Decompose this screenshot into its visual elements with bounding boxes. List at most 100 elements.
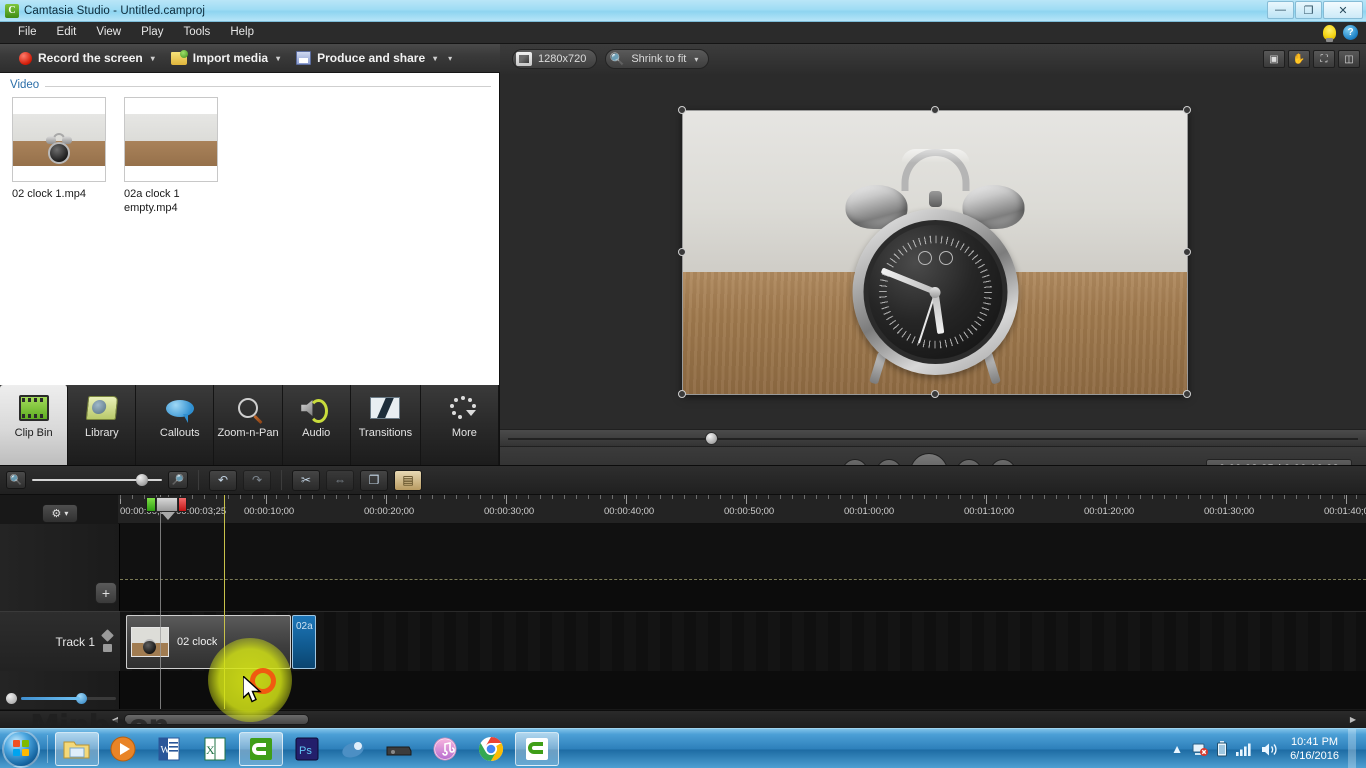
minimize-button[interactable]: — bbox=[1267, 1, 1294, 19]
record-the-screen-button[interactable]: Record the screen ▾ bbox=[12, 48, 162, 68]
volume-knob-left[interactable] bbox=[6, 693, 17, 704]
eye-icon[interactable] bbox=[101, 629, 114, 642]
crop-icon[interactable]: ▣ bbox=[1263, 50, 1285, 68]
taskbar-item-itunes[interactable] bbox=[423, 732, 467, 766]
menu-tools[interactable]: Tools bbox=[173, 24, 220, 42]
divider bbox=[47, 735, 48, 763]
taskbar-item-excel[interactable]: X bbox=[193, 732, 237, 766]
taskbar-item-camtasia-recorder[interactable] bbox=[331, 732, 375, 766]
timeline-zoom-slider[interactable] bbox=[32, 471, 162, 489]
timeline-options-button[interactable]: ⚙ ▾ bbox=[42, 504, 78, 523]
timeline-volume-control[interactable] bbox=[6, 690, 116, 706]
show-desktop-button[interactable] bbox=[1348, 729, 1356, 768]
windows-start-orb[interactable] bbox=[2, 730, 40, 768]
menu-edit[interactable]: Edit bbox=[47, 24, 87, 42]
zoom-in-icon[interactable]: 🔎 bbox=[168, 471, 188, 489]
tab-callouts[interactable]: Callouts bbox=[146, 385, 214, 465]
red-out-marker[interactable] bbox=[178, 497, 187, 512]
selection-handle-middle-left[interactable] bbox=[678, 248, 686, 256]
volume-slider-track[interactable] bbox=[21, 697, 116, 700]
snapshot-icon[interactable]: ⛶ bbox=[1313, 50, 1335, 68]
menu-file[interactable]: File bbox=[8, 24, 47, 42]
chevron-down-icon[interactable]: ▾ bbox=[694, 55, 698, 64]
cut-icon[interactable]: ✂ bbox=[292, 470, 320, 491]
slider-knob[interactable] bbox=[136, 474, 148, 486]
chevron-down-icon[interactable]: ▾ bbox=[433, 54, 437, 63]
tab-audio[interactable]: Audio bbox=[283, 385, 351, 465]
menu-view[interactable]: View bbox=[86, 24, 131, 42]
detach-preview-icon[interactable]: ◫ bbox=[1338, 50, 1360, 68]
tab-more[interactable]: More bbox=[431, 385, 499, 465]
taskbar-item-projector[interactable] bbox=[377, 732, 421, 766]
taskbar-item-chrome[interactable] bbox=[469, 732, 513, 766]
zoom-out-icon[interactable]: 🔍 bbox=[6, 471, 26, 489]
selection-handle-top-right[interactable] bbox=[1183, 106, 1191, 114]
lightbulb-icon[interactable] bbox=[1323, 25, 1336, 40]
taskbar-item-explorer[interactable] bbox=[55, 732, 99, 766]
timeline-horizontal-scrollbar[interactable]: ◀ ▶ bbox=[0, 710, 1366, 728]
scroll-right-icon[interactable]: ▶ bbox=[1346, 714, 1360, 725]
timeline-ruler[interactable]: 00:00:00;0 00:00:03;25 00:00:10;00 00:00… bbox=[118, 495, 1366, 524]
preview-scrubber[interactable] bbox=[500, 429, 1366, 447]
clip-thumbnail[interactable] bbox=[12, 97, 106, 182]
taskbar-item-media-player[interactable] bbox=[101, 732, 145, 766]
undo-icon[interactable]: ↶ bbox=[209, 470, 237, 491]
track-header[interactable]: Track 1 bbox=[0, 611, 120, 671]
copy-icon[interactable]: ❐ bbox=[360, 470, 388, 491]
chevron-down-icon[interactable]: ▾ bbox=[151, 54, 155, 63]
scroll-left-icon[interactable]: ◀ bbox=[108, 714, 122, 725]
volume-icon[interactable] bbox=[1261, 742, 1278, 757]
split-icon[interactable]: ⇔ bbox=[326, 470, 354, 491]
toolbar-overflow-icon[interactable]: ▾ bbox=[448, 54, 452, 63]
selection-handle-middle-right[interactable] bbox=[1183, 248, 1191, 256]
canvas-dimensions-button[interactable]: 1280x720 bbox=[512, 49, 597, 69]
selection-handle-bottom-right[interactable] bbox=[1183, 390, 1191, 398]
tab-clip-bin[interactable]: Clip Bin bbox=[0, 385, 68, 465]
selection-handle-bottom-center[interactable] bbox=[931, 390, 939, 398]
ruler-minor-tick bbox=[948, 495, 949, 499]
produce-and-share-button[interactable]: Produce and share ▾ bbox=[289, 48, 444, 68]
playhead-marker[interactable] bbox=[156, 497, 178, 512]
clip-thumbnail[interactable] bbox=[124, 97, 218, 182]
signal-icon[interactable] bbox=[1236, 742, 1252, 756]
show-hidden-icons-icon[interactable]: ▲ bbox=[1171, 742, 1183, 756]
menu-play[interactable]: Play bbox=[131, 24, 173, 42]
chevron-down-icon[interactable]: ▾ bbox=[276, 54, 280, 63]
add-track-icon[interactable]: + bbox=[95, 582, 117, 604]
selection-handle-bottom-left[interactable] bbox=[678, 390, 686, 398]
taskbar-item-camtasia[interactable] bbox=[239, 732, 283, 766]
maximize-button[interactable]: ❐ bbox=[1295, 1, 1322, 19]
taskbar-clock[interactable]: 10:41 PM 6/16/2016 bbox=[1290, 735, 1339, 763]
tab-zoom-n-pan[interactable]: Zoom-n-Pan bbox=[214, 385, 282, 465]
scrubber-knob[interactable] bbox=[705, 432, 718, 445]
help-icon[interactable]: ? bbox=[1343, 25, 1358, 40]
green-in-marker[interactable] bbox=[146, 497, 156, 512]
battery-icon[interactable] bbox=[1217, 741, 1227, 757]
video-canvas[interactable] bbox=[682, 110, 1188, 395]
playhead-line[interactable] bbox=[224, 495, 225, 709]
clip-bin-item[interactable]: 02a clock 1 empty.mp4 bbox=[124, 97, 218, 215]
taskbar-item-word[interactable]: W bbox=[147, 732, 191, 766]
redo-icon[interactable]: ↷ bbox=[243, 470, 271, 491]
empty-track-area[interactable] bbox=[0, 524, 1366, 579]
clip-bin-item[interactable]: 02 clock 1.mp4 bbox=[12, 97, 106, 215]
import-media-button[interactable]: Import media ▾ bbox=[164, 48, 287, 68]
volume-slider-knob[interactable] bbox=[76, 693, 87, 704]
tab-transitions[interactable]: Transitions bbox=[351, 385, 421, 465]
taskbar-item-photoshop[interactable]: Ps bbox=[285, 732, 329, 766]
selection-handle-top-center[interactable] bbox=[931, 106, 939, 114]
taskbar-item-camtasia-window[interactable] bbox=[515, 732, 559, 766]
timeline-clip[interactable]: 02a bbox=[292, 615, 316, 669]
zoom-mode-button[interactable]: 🔍 Shrink to fit ▾ bbox=[605, 49, 709, 69]
track-lane[interactable]: 02 clock 02a bbox=[120, 611, 1366, 671]
tab-library[interactable]: Library bbox=[68, 385, 136, 465]
selection-handle-top-left[interactable] bbox=[678, 106, 686, 114]
close-button[interactable]: ✕ bbox=[1323, 1, 1363, 19]
properties-icon[interactable]: ▤ bbox=[394, 470, 422, 491]
hand-pan-icon[interactable]: ✋ bbox=[1288, 50, 1310, 68]
timeline-clip[interactable]: 02 clock bbox=[126, 615, 291, 669]
lock-icon[interactable] bbox=[103, 644, 112, 652]
scrollbar-thumb[interactable] bbox=[124, 714, 309, 725]
menu-help[interactable]: Help bbox=[220, 24, 264, 42]
network-error-icon[interactable] bbox=[1192, 742, 1208, 756]
